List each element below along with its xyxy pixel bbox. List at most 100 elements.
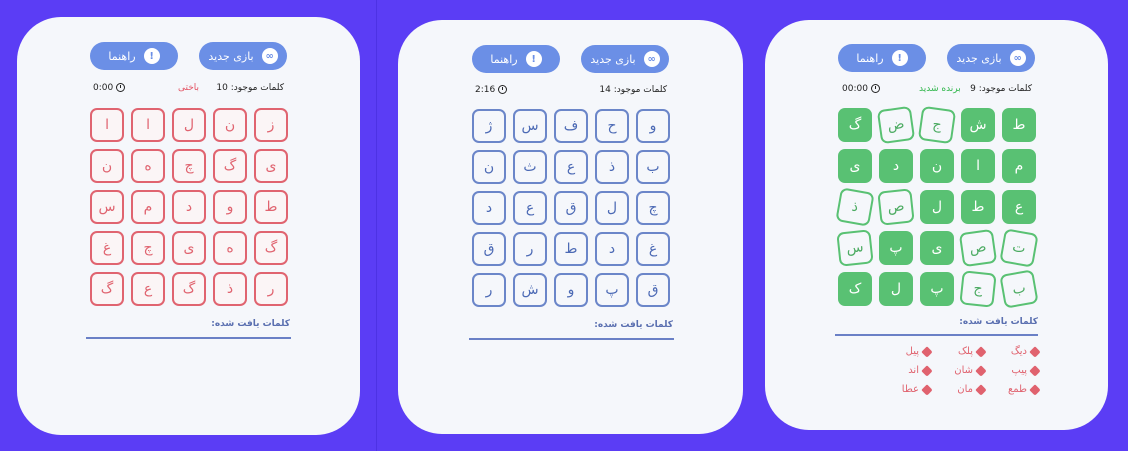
letter-tile[interactable]: و — [213, 190, 247, 224]
letter-tile[interactable]: ط — [1002, 108, 1036, 142]
letter-tile[interactable]: ذ — [595, 150, 629, 184]
letter-tile[interactable]: س — [90, 190, 124, 224]
found-word-text: پیپ — [1011, 365, 1027, 376]
letter-tile[interactable]: ا — [90, 108, 124, 142]
words-available-label: کلمات موجود: — [978, 84, 1032, 94]
letter-tile[interactable]: ع — [1002, 190, 1036, 224]
found-word-text: اند — [908, 365, 919, 376]
letter-tile[interactable]: ط — [554, 232, 588, 266]
new-game-button[interactable]: بازی جدید ∞ — [581, 45, 669, 73]
letter-tile[interactable]: ن — [472, 150, 506, 184]
letter-tile[interactable]: ه — [131, 149, 165, 183]
letter-tile[interactable]: چ — [131, 231, 165, 265]
letter-tile[interactable]: ق — [554, 191, 588, 225]
letter-tile[interactable]: غ — [636, 232, 670, 266]
letter-tile[interactable]: پ — [920, 272, 954, 306]
letter-tile[interactable]: غ — [90, 231, 124, 265]
game-panel-2: راهنما ! بازی جدید ∞ کلمات موجود: 14 2:1… — [398, 20, 743, 434]
letter-tile[interactable]: س — [513, 109, 547, 143]
letter-tile[interactable]: ز — [254, 108, 288, 142]
letter-tile[interactable]: گ — [254, 231, 288, 265]
letter-tile[interactable]: ب — [999, 269, 1039, 309]
help-label: راهنما — [490, 52, 518, 66]
letter-tile[interactable]: ا — [131, 108, 165, 142]
tag-icon — [975, 345, 987, 358]
letter-tile[interactable]: ض — [876, 105, 916, 145]
letter-tile[interactable]: ذ — [213, 272, 247, 306]
letter-tile[interactable]: ل — [879, 272, 913, 306]
letter-tile[interactable]: د — [472, 191, 506, 225]
letter-tile[interactable]: ش — [961, 108, 995, 142]
letter-tile[interactable]: چ — [172, 149, 206, 183]
letter-tile[interactable]: م — [131, 190, 165, 224]
letter-tile[interactable]: ت — [999, 228, 1039, 268]
new-game-button[interactable]: بازی جدید ∞ — [947, 44, 1035, 72]
letter-tile[interactable]: ژ — [472, 109, 506, 143]
letter-tile[interactable]: ر — [513, 232, 547, 266]
letter-tile[interactable]: ص — [958, 228, 998, 268]
status-text: باختی — [178, 83, 200, 93]
found-word: اند — [883, 364, 933, 377]
gamepad-icon: ∞ — [261, 48, 278, 64]
letter-tile[interactable]: د — [879, 149, 913, 183]
letter-tile[interactable]: ن — [90, 149, 124, 183]
letter-grid: وحفسژبذعثنچلقعدغدطرققپوشر — [472, 109, 670, 307]
letter-tile[interactable]: ل — [920, 190, 954, 224]
letter-tile[interactable]: و — [636, 109, 670, 143]
help-button[interactable]: راهنما ! — [472, 45, 560, 73]
letter-tile[interactable]: گ — [90, 272, 124, 306]
letter-tile[interactable]: گ — [213, 149, 247, 183]
letter-tile[interactable]: ذ — [835, 187, 875, 227]
letter-tile[interactable]: ر — [254, 272, 288, 306]
letter-tile[interactable]: ث — [513, 150, 547, 184]
letter-tile[interactable]: ط — [254, 190, 288, 224]
letter-tile[interactable]: ی — [254, 149, 288, 183]
exclamation-icon: ! — [891, 50, 908, 66]
letter-tile[interactable]: ج — [959, 270, 997, 308]
letter-tile[interactable]: و — [554, 273, 588, 307]
letter-tile[interactable]: ع — [131, 272, 165, 306]
letter-tile[interactable]: ش — [513, 273, 547, 307]
letter-tile[interactable]: د — [595, 232, 629, 266]
letter-tile[interactable]: ی — [920, 231, 954, 265]
letter-tile[interactable]: م — [1002, 149, 1036, 183]
tag-icon — [975, 364, 987, 377]
letter-grid: زنلاایگچهنطودمسگهیچغرذگعگ — [90, 108, 288, 306]
letter-tile[interactable]: ع — [513, 191, 547, 225]
letter-tile[interactable]: ق — [636, 273, 670, 307]
letter-tile[interactable]: ن — [920, 149, 954, 183]
words-available-count: 10 — [216, 83, 228, 93]
letter-tile[interactable]: ن — [213, 108, 247, 142]
tag-icon — [921, 364, 933, 377]
letter-tile[interactable]: ح — [595, 109, 629, 143]
letter-tile[interactable]: ط — [961, 190, 995, 224]
letter-tile[interactable]: س — [836, 229, 874, 267]
found-word: مان — [937, 383, 987, 396]
letter-tile[interactable]: پ — [879, 231, 913, 265]
letter-tile[interactable]: ه — [213, 231, 247, 265]
letter-tile[interactable]: ی — [172, 231, 206, 265]
letter-tile[interactable]: ج — [917, 105, 957, 145]
letter-tile[interactable]: گ — [172, 272, 206, 306]
letter-tile[interactable]: ل — [172, 108, 206, 142]
help-button[interactable]: راهنما ! — [90, 42, 178, 70]
letter-tile[interactable]: ا — [961, 149, 995, 183]
letter-tile[interactable]: ص — [877, 188, 915, 226]
letter-tile[interactable]: ک — [838, 272, 872, 306]
words-available-label: کلمات موجود: — [230, 83, 284, 93]
letter-tile[interactable]: ق — [472, 232, 506, 266]
letter-tile[interactable]: چ — [636, 191, 670, 225]
letter-tile[interactable]: پ — [595, 273, 629, 307]
letter-tile[interactable]: ی — [838, 149, 872, 183]
timer-value: 0:00 — [93, 83, 114, 93]
help-button[interactable]: راهنما ! — [838, 44, 926, 72]
letter-tile[interactable]: ف — [554, 109, 588, 143]
letter-tile[interactable]: ر — [472, 273, 506, 307]
letter-tile[interactable]: ع — [554, 150, 588, 184]
letter-tile[interactable]: گ — [838, 108, 872, 142]
letter-tile[interactable]: ل — [595, 191, 629, 225]
new-game-button[interactable]: بازی جدید ∞ — [199, 42, 287, 70]
letter-tile[interactable]: ب — [636, 150, 670, 184]
game-panel-3: راهنما ! بازی جدید ∞ کلمات موجود: 9 برند… — [765, 20, 1108, 430]
letter-tile[interactable]: د — [172, 190, 206, 224]
